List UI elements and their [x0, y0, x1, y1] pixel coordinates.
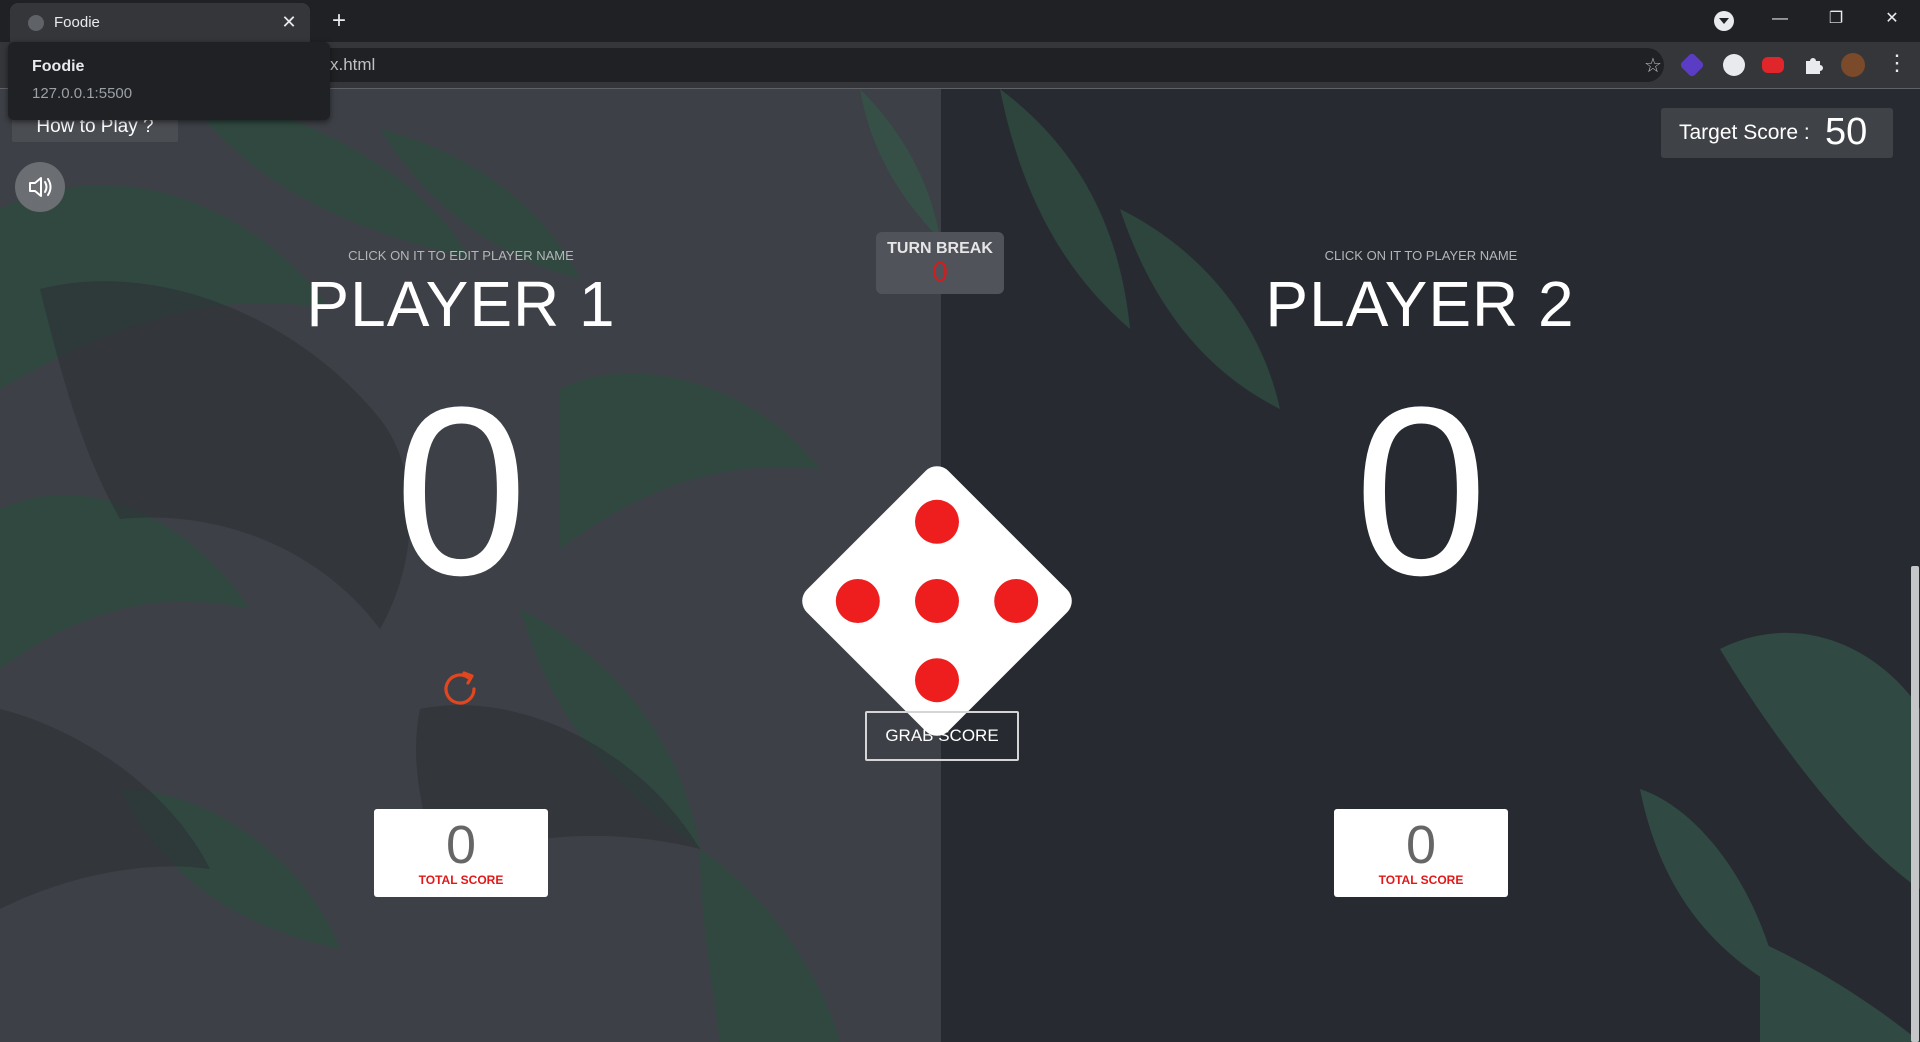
- player2-current-score: 0: [1354, 357, 1488, 625]
- url-text: x.html: [330, 55, 376, 74]
- dice-pip: [826, 569, 889, 633]
- bookmark-star-icon[interactable]: ☆: [1644, 53, 1662, 78]
- target-score-box: Target Score : 50: [1661, 108, 1893, 158]
- tooltip-title: Foodie: [32, 58, 85, 75]
- player2-name[interactable]: PLAYER 2: [1160, 267, 1680, 341]
- tab-search-icon[interactable]: [1714, 11, 1734, 31]
- refresh-icon[interactable]: [440, 667, 484, 711]
- player1-total-label: TOTAL SCORE: [418, 873, 504, 887]
- new-tab-button[interactable]: +: [324, 6, 354, 36]
- dice-pip: [905, 649, 969, 712]
- player1-current-score: 0: [394, 357, 528, 625]
- browser-menu-icon[interactable]: ⋮: [1886, 50, 1908, 76]
- target-score-label: Target Score :: [1679, 121, 1810, 144]
- speaker-icon: [29, 177, 52, 197]
- player1-total-score: 0: [445, 815, 477, 875]
- player2-hint: CLICK ON IT TO PLAYER NAME: [1324, 248, 1518, 263]
- player1-total-score-box: 0 TOTAL SCORE: [374, 809, 548, 897]
- dice-pip: [905, 569, 969, 633]
- target-score-value: 50: [1825, 111, 1868, 153]
- player2-total-label: TOTAL SCORE: [1378, 873, 1464, 887]
- player1-hint: CLICK ON IT TO EDIT PLAYER NAME: [348, 248, 574, 263]
- turn-break-box: TURN BREAK 0: [876, 232, 1004, 294]
- scrollbar-thumb[interactable]: [1911, 566, 1919, 1042]
- minimize-button[interactable]: —: [1752, 0, 1808, 40]
- tab-tooltip: Foodie 127.0.0.1:5500: [8, 42, 330, 120]
- extension-icon[interactable]: [1762, 57, 1784, 73]
- tooltip-url: 127.0.0.1:5500: [32, 85, 133, 102]
- sound-toggle-button[interactable]: [15, 162, 65, 212]
- puzzle-icon[interactable]: [1802, 54, 1824, 76]
- player2-total-score-box: 0 TOTAL SCORE: [1334, 809, 1508, 897]
- dice-pip: [905, 490, 969, 553]
- extension-icon[interactable]: [1723, 54, 1745, 76]
- browser-tabstrip: Foodie ✕ + — ❐ ✕: [0, 0, 1920, 42]
- close-window-button[interactable]: ✕: [1864, 0, 1920, 40]
- game-viewport: How to Play ? Target Score : 50 CLICK ON…: [0, 89, 1920, 1042]
- browser-tab[interactable]: Foodie ✕: [10, 3, 310, 42]
- close-tab-icon[interactable]: ✕: [278, 11, 300, 33]
- player2-total-score: 0: [1405, 815, 1437, 875]
- tab-title: Foodie: [54, 14, 100, 31]
- avatar[interactable]: [1841, 53, 1865, 77]
- globe-icon: [28, 15, 44, 31]
- restore-button[interactable]: ❐: [1808, 0, 1864, 40]
- turn-break-value: 0: [932, 256, 948, 287]
- extension-icon[interactable]: [1679, 52, 1705, 78]
- player1-name[interactable]: PLAYER 1: [201, 267, 721, 341]
- dice-pip: [985, 569, 1048, 633]
- grab-score-button[interactable]: GRAB SCORE: [865, 711, 1019, 761]
